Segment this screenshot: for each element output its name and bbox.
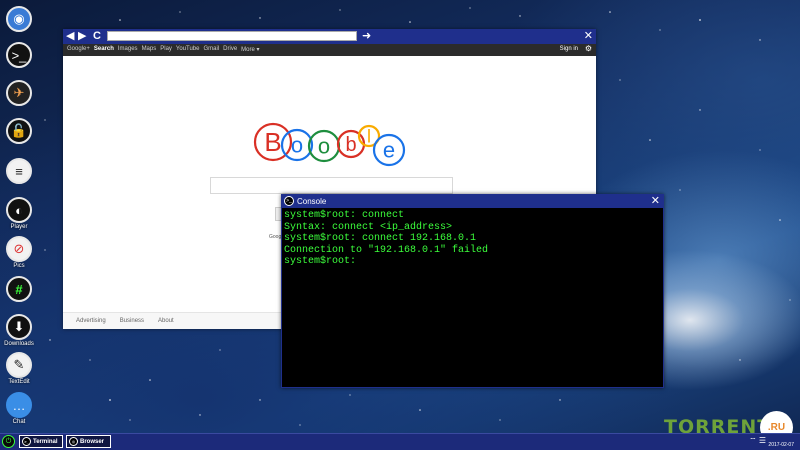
svg-text:B: B xyxy=(264,127,281,157)
nav-link[interactable]: Gmail xyxy=(203,46,219,53)
back-icon[interactable]: ◀ xyxy=(66,30,74,43)
footer-link[interactable]: Advertising xyxy=(76,318,106,324)
hash-icon: # xyxy=(6,276,32,302)
player-icon: ◐ xyxy=(6,197,32,223)
desktop-icon[interactable]: >_ xyxy=(4,42,34,68)
svg-text:b: b xyxy=(345,134,356,156)
desktop-icon-label: Player xyxy=(10,224,28,230)
logo-letter: e xyxy=(372,133,406,167)
console-line: Connection to "192.168.0.1" failed xyxy=(284,244,489,256)
svg-text:e: e xyxy=(383,138,395,163)
desktop-icon[interactable]: … Chat xyxy=(4,392,34,425)
partial-label: Goog xyxy=(269,234,282,240)
desktop-icon-label: Pics xyxy=(13,263,25,269)
no-image-icon: ⊘ xyxy=(6,236,32,262)
taskbar-button-label: Terminal xyxy=(33,438,58,445)
desktop-icon[interactable]: ◐ Player xyxy=(4,197,34,230)
desktop-icon[interactable]: 🔓 xyxy=(4,118,34,144)
taskbar-button-label: Browser xyxy=(80,438,105,445)
nav-link[interactable]: Play xyxy=(160,46,172,53)
svg-text:o: o xyxy=(291,133,303,158)
settings-icon[interactable]: ☰ xyxy=(759,436,766,445)
console-line: Syntax: connect <ip_address> xyxy=(284,221,453,233)
tray-icons[interactable]: ⌔ ☰ xyxy=(749,436,766,446)
mail-icon: ✈ xyxy=(6,80,32,106)
svg-text:l: l xyxy=(367,126,371,146)
terminal-icon: >_ xyxy=(22,437,31,446)
desktop-icon[interactable]: ⬇ Downloads xyxy=(4,314,34,347)
desktop-icon[interactable]: # xyxy=(4,276,34,302)
terminal-icon: >_ xyxy=(284,196,294,206)
nav-link[interactable]: Drive xyxy=(223,46,237,53)
reload-icon[interactable]: C xyxy=(93,30,101,43)
globe-icon: ◉ xyxy=(6,6,32,32)
document-icon: ≡ xyxy=(6,158,32,184)
nav-link[interactable]: Images xyxy=(118,46,138,53)
desktop-icon[interactable]: ◉ xyxy=(4,6,34,32)
notepad-icon: ✎ xyxy=(6,352,32,378)
console-line: system$root: xyxy=(284,256,357,267)
download-icon: ⬇ xyxy=(6,314,32,340)
logo-letter: o xyxy=(307,129,341,163)
clock: 2017-02-07 xyxy=(768,435,794,448)
nav-link[interactable]: More ▾ xyxy=(241,46,259,53)
logo-letter: o xyxy=(280,128,314,162)
date-label: 2017-02-07 xyxy=(768,442,794,448)
nav-link[interactable]: YouTube xyxy=(176,46,200,53)
desktop-icon[interactable]: ≡ xyxy=(4,158,34,184)
console-output[interactable]: system$root: connect Syntax: connect <ip_… xyxy=(282,208,663,270)
browser-nav-bar: Google+ Search Images Maps Play YouTube Gmail D… xyxy=(63,44,596,56)
search-logo: Bo o b le xyxy=(253,122,406,167)
search-input[interactable] xyxy=(210,177,453,194)
nav-link[interactable]: Search xyxy=(94,46,114,53)
desktop-icon[interactable]: ✎ TextEdit xyxy=(4,352,34,385)
gear-icon[interactable]: ⚙ xyxy=(585,44,592,53)
console-line: system$root: connect 192.168.0.1 xyxy=(284,233,477,244)
nav-link[interactable]: Google+ xyxy=(67,46,90,53)
console-window[interactable]: >_ Console ✕ system$root: connect Syntax:… xyxy=(281,194,664,388)
console-titlebar[interactable]: >_ Console ✕ xyxy=(282,195,663,208)
url-input[interactable] xyxy=(107,31,357,41)
sign-in-link[interactable]: Sign in xyxy=(560,46,578,52)
nav-link[interactable]: Maps xyxy=(142,46,157,53)
taskbar-browser-button[interactable]: ◎ Browser xyxy=(66,435,111,448)
start-button[interactable]: ⏻ xyxy=(2,435,15,448)
globe-icon: ◎ xyxy=(69,437,78,446)
nav-links: Google+ Search Images Maps Play YouTube Gmail D… xyxy=(67,46,260,53)
lock-icon: 🔓 xyxy=(6,118,32,144)
desktop-icon-label: Chat xyxy=(12,419,26,425)
browser-titlebar[interactable]: ◀ ▶ C ➜ ✕ xyxy=(63,29,596,44)
terminal-icon: >_ xyxy=(6,42,32,68)
chat-icon: … xyxy=(6,392,32,418)
go-icon[interactable]: ➜ xyxy=(362,30,371,43)
wifi-icon[interactable]: ⌔ xyxy=(749,436,757,445)
footer-link[interactable]: About xyxy=(158,318,174,324)
desktop-icon[interactable]: ⊘ Pics xyxy=(4,236,34,269)
desktop-icon-label: TextEdit xyxy=(8,379,30,385)
svg-text:o: o xyxy=(318,134,330,159)
forward-icon[interactable]: ▶ xyxy=(78,30,86,43)
desktop-icon-label: Downloads xyxy=(4,341,34,347)
console-line: system$root: connect xyxy=(284,210,405,221)
taskbar-terminal-button[interactable]: >_ Terminal xyxy=(19,435,63,448)
taskbar: ⏻ >_ Terminal ◎ Browser ⌔ ☰ 2017-02-07 xyxy=(0,433,800,450)
footer-link[interactable]: Business xyxy=(120,318,144,324)
footer-links: Advertising Business About xyxy=(76,318,174,324)
desktop-icon[interactable]: ✈ xyxy=(4,80,34,106)
close-icon[interactable]: ✕ xyxy=(651,195,660,207)
console-title: Console xyxy=(297,197,327,206)
close-icon[interactable]: ✕ xyxy=(584,30,593,43)
